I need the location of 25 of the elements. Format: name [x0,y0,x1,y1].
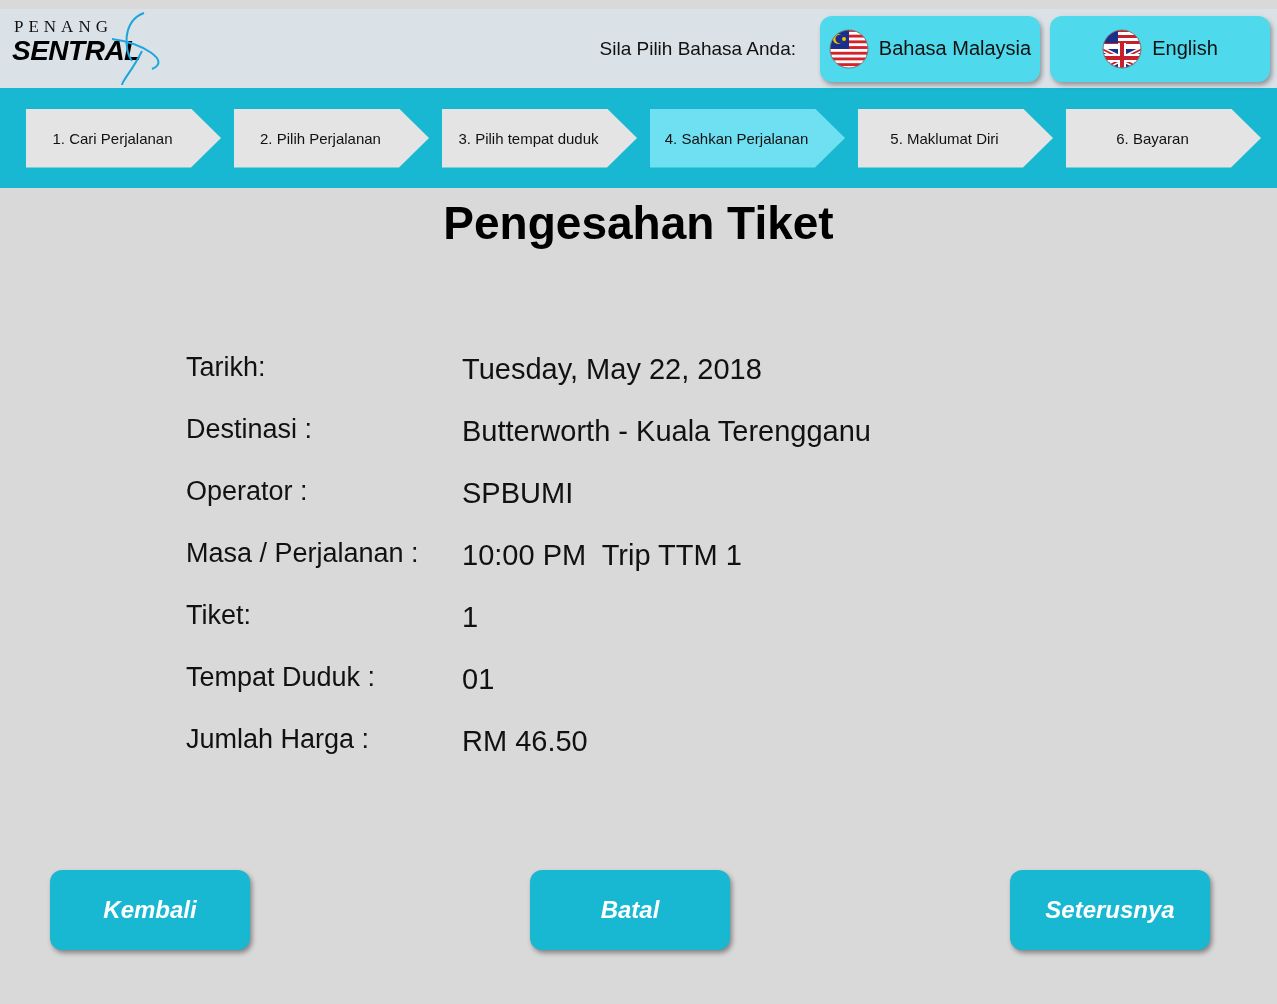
step-tab[interactable]: 4. Sahkan Perjalanan [650,108,845,168]
detail-value: RM 46.50 [462,724,589,759]
detail-label: Tempat Duduk : [186,661,377,694]
detail-value: Tuesday, May 22, 2018 [462,352,763,387]
step-tab[interactable]: 5. Maklumat Diri [858,108,1053,168]
detail-value: 1 [462,600,480,635]
language-prompt: Sila Pilih Bahasa Anda: [599,37,796,60]
detail-label: Tiket: [186,599,252,632]
detail-value: 01 [462,662,496,697]
page-title: Pengesahan Tiket [442,196,835,250]
step-tab[interactable]: 3. Pilih tempat duduk [442,108,637,168]
detail-label: Tarikh: [186,351,267,384]
detail-label: Masa / Perjalanan : [186,537,420,570]
language-button[interactable]: Bahasa Malaysia [820,15,1040,82]
step-tab[interactable]: 6. Bayaran [1066,108,1261,168]
logo-text: PENANG [14,16,113,37]
detail-label: Jumlah Harga : [186,723,371,756]
step-tab[interactable]: 1. Cari Perjalanan [26,108,221,168]
detail-label: Destinasi : [186,413,314,446]
detail-value: Butterworth - Kuala Terengganu [462,414,872,449]
detail-label: Operator : [186,475,309,508]
detail-value: SPBUMI [462,476,575,511]
language-button[interactable]: English [1050,15,1270,82]
detail-value: 10:00 PM Trip TTM 1 [462,538,743,573]
step-tab[interactable]: 2. Pilih Perjalanan [234,108,429,168]
